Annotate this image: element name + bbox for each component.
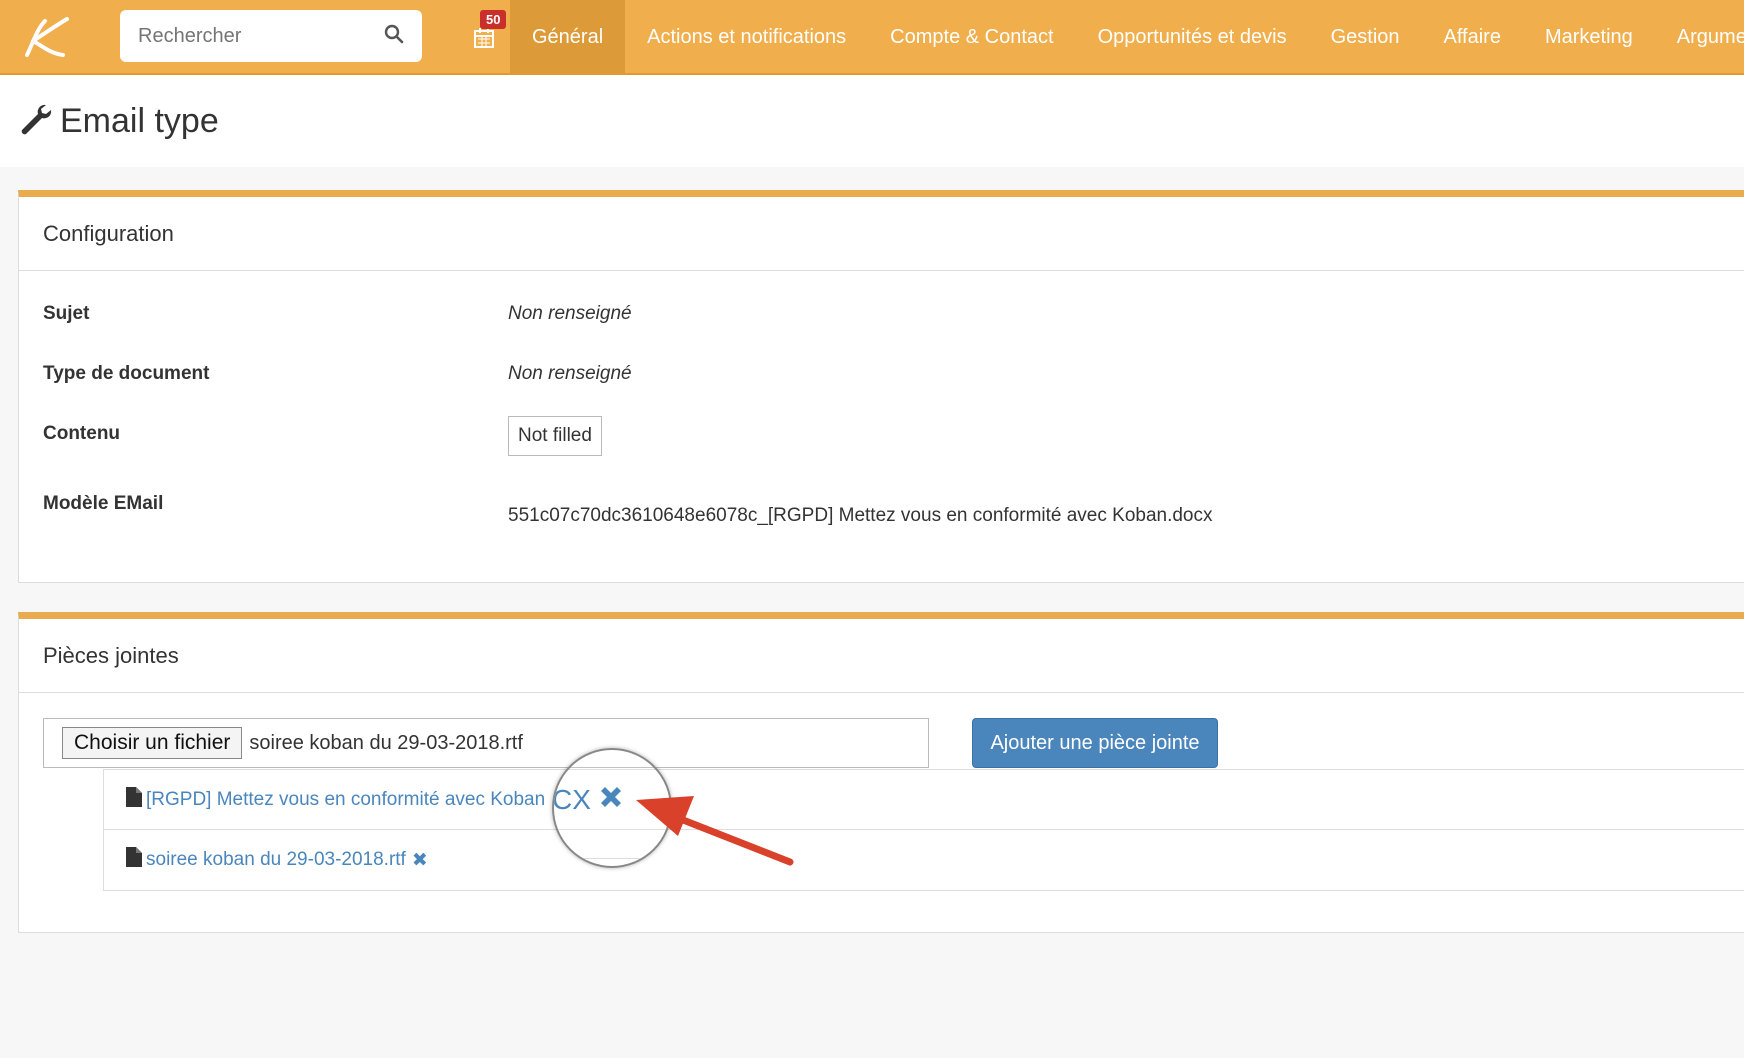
add-attachment-button[interactable]: Ajouter une pièce jointe bbox=[972, 718, 1218, 768]
attachments-panel: Pièces jointes Choisir un fichier soiree… bbox=[18, 612, 1744, 933]
page-title: Email type bbox=[60, 101, 219, 140]
file-icon bbox=[126, 847, 142, 873]
attachment-link[interactable]: soiree koban du 29-03-2018.rtf bbox=[146, 849, 406, 871]
search-icon[interactable] bbox=[384, 24, 404, 49]
nav-argumentaire[interactable]: Argume bbox=[1655, 0, 1744, 73]
search-box[interactable] bbox=[120, 10, 422, 62]
nav-general[interactable]: Général bbox=[510, 0, 626, 73]
value-contenu-wrap: Not filled bbox=[508, 416, 602, 456]
value-type-document: Non renseigné bbox=[508, 363, 632, 384]
label-type-document: Type de document bbox=[43, 363, 210, 384]
nav-opportunites-devis[interactable]: Opportunités et devis bbox=[1076, 0, 1309, 73]
delete-attachment-icon[interactable] bbox=[596, 782, 626, 817]
notification-badge: 50 bbox=[480, 10, 507, 29]
list-item: soiree koban du 29-03-2018.rtf ✖ bbox=[104, 830, 1744, 890]
page-header: Email type bbox=[0, 75, 1744, 167]
file-input[interactable]: Choisir un fichier soiree koban du 29-03… bbox=[43, 718, 929, 768]
magnifier-callout: CX bbox=[552, 748, 672, 868]
nav-compte-contact[interactable]: Compte & Contact bbox=[868, 0, 1075, 73]
top-navbar: 50 Général Actions et notifications Comp… bbox=[0, 0, 1744, 75]
nav-gestion[interactable]: Gestion bbox=[1309, 0, 1422, 73]
koban-logo[interactable] bbox=[0, 0, 90, 73]
nav-affaire[interactable]: Affaire bbox=[1422, 0, 1523, 73]
choose-file-button[interactable]: Choisir un fichier bbox=[62, 727, 243, 759]
file-icon bbox=[126, 786, 142, 813]
list-item: [RGPD] Mettez vous en conformité avec Ko… bbox=[104, 770, 1744, 830]
label-contenu: Contenu bbox=[43, 423, 121, 444]
nav-actions-notifications[interactable]: Actions et notifications bbox=[625, 0, 868, 73]
value-sujet: Non renseigné bbox=[508, 303, 632, 324]
attachments-header: Pièces jointes bbox=[19, 619, 1744, 693]
wrench-icon bbox=[18, 102, 52, 141]
search-input[interactable] bbox=[138, 24, 368, 48]
attachment-list: [RGPD] Mettez vous en conformité avec Ko… bbox=[103, 769, 1744, 891]
label-modele-email: Modèle EMail bbox=[43, 493, 164, 514]
configuration-panel: Configuration Sujet Non renseigné Type d… bbox=[18, 190, 1744, 583]
main-nav: Général Actions et notifications Compte … bbox=[510, 0, 1744, 73]
delete-attachment-icon[interactable]: ✖ bbox=[412, 849, 428, 872]
label-sujet: Sujet bbox=[43, 303, 90, 324]
value-contenu: Not filled bbox=[508, 416, 602, 456]
value-modele-email: 551c07c70dc3610648e6078c_[RGPD] Mettez v… bbox=[508, 505, 1213, 526]
attachment-link[interactable]: [RGPD] Mettez vous en conformité avec Ko… bbox=[146, 789, 545, 811]
configuration-header: Configuration bbox=[19, 197, 1744, 271]
nav-marketing[interactable]: Marketing bbox=[1523, 0, 1655, 73]
chosen-file-name: soiree koban du 29-03-2018.rtf bbox=[249, 731, 523, 754]
magnified-text: CX bbox=[552, 784, 591, 815]
